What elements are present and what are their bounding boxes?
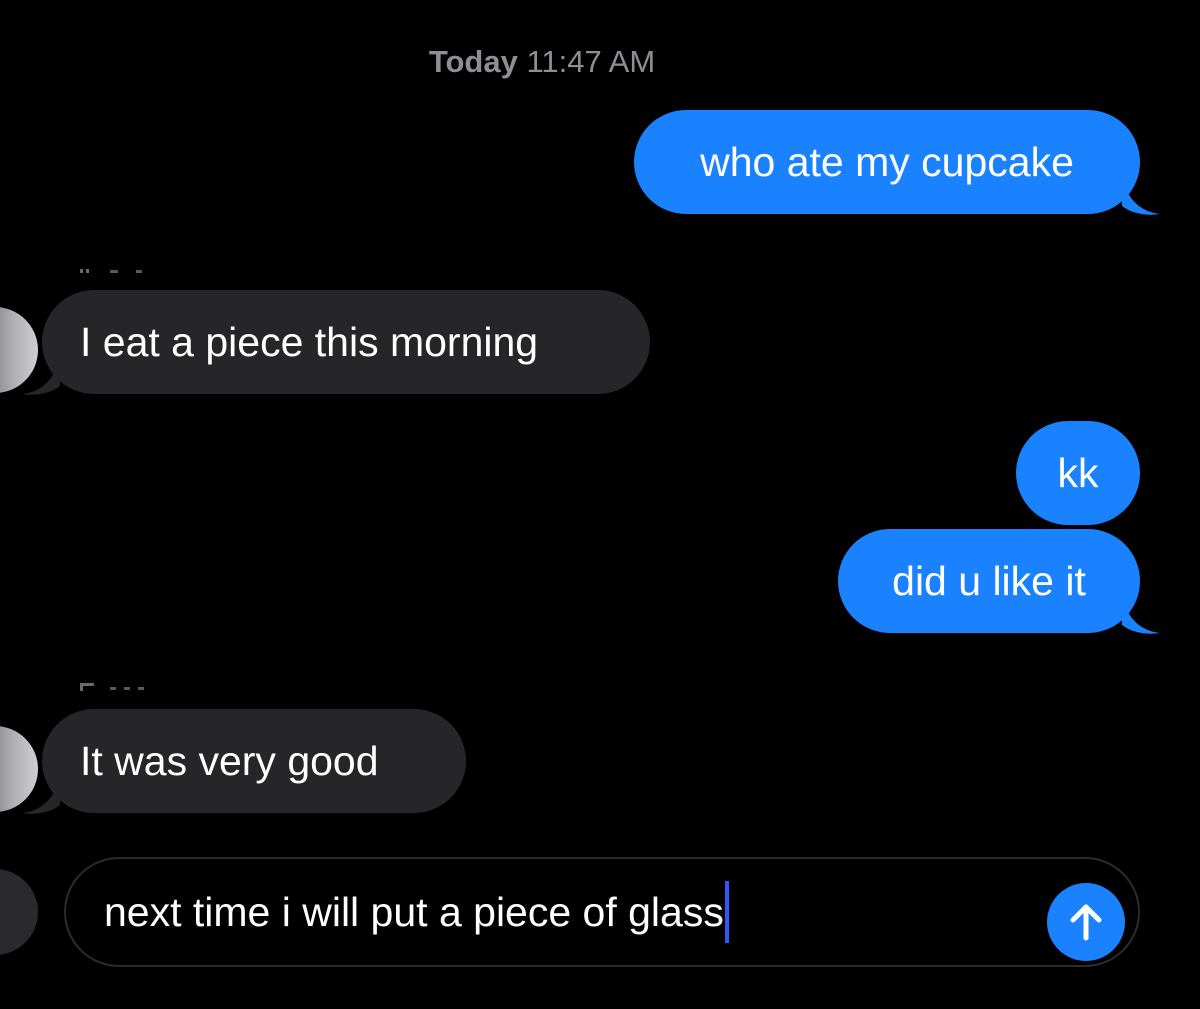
message-text: It was very good [80, 738, 379, 784]
incoming-message-bubble[interactable]: It was very good [22, 709, 466, 814]
outgoing-message-bubble[interactable]: who ate my cupcake [634, 110, 1160, 215]
sender-name-redacted [80, 269, 142, 273]
message-timestamp: Today 11:47 AM [0, 44, 1084, 80]
incoming-message-bubble[interactable]: I eat a piece this morning [22, 290, 650, 395]
outgoing-message-bubble[interactable]: kk [1016, 421, 1140, 525]
text-caret [724, 881, 729, 944]
message-input-text[interactable]: next time i will put a piece of glass [104, 859, 729, 965]
bubble-tail [22, 775, 60, 814]
bubble-tail [22, 356, 60, 395]
send-button[interactable] [1047, 883, 1125, 961]
timestamp-day: Today [428, 44, 518, 79]
bubble-tail [1122, 595, 1160, 634]
bubble-tail [1122, 176, 1160, 215]
message-text: I eat a piece this morning [80, 319, 539, 365]
message-text: who ate my cupcake [700, 139, 1074, 185]
composer-apps-button[interactable] [0, 869, 38, 955]
message-text: did u like it [892, 558, 1086, 604]
arrow-up-icon [1070, 904, 1102, 941]
message-input-value: next time i will put a piece of glass [104, 889, 724, 935]
timestamp-time: 11:47 AM [526, 44, 656, 79]
sender-name-redacted [80, 683, 144, 691]
message-input-field[interactable]: next time i will put a piece of glass [64, 857, 1140, 967]
outgoing-message-bubble[interactable]: did u like it [838, 529, 1160, 634]
message-text: kk [1057, 450, 1099, 496]
